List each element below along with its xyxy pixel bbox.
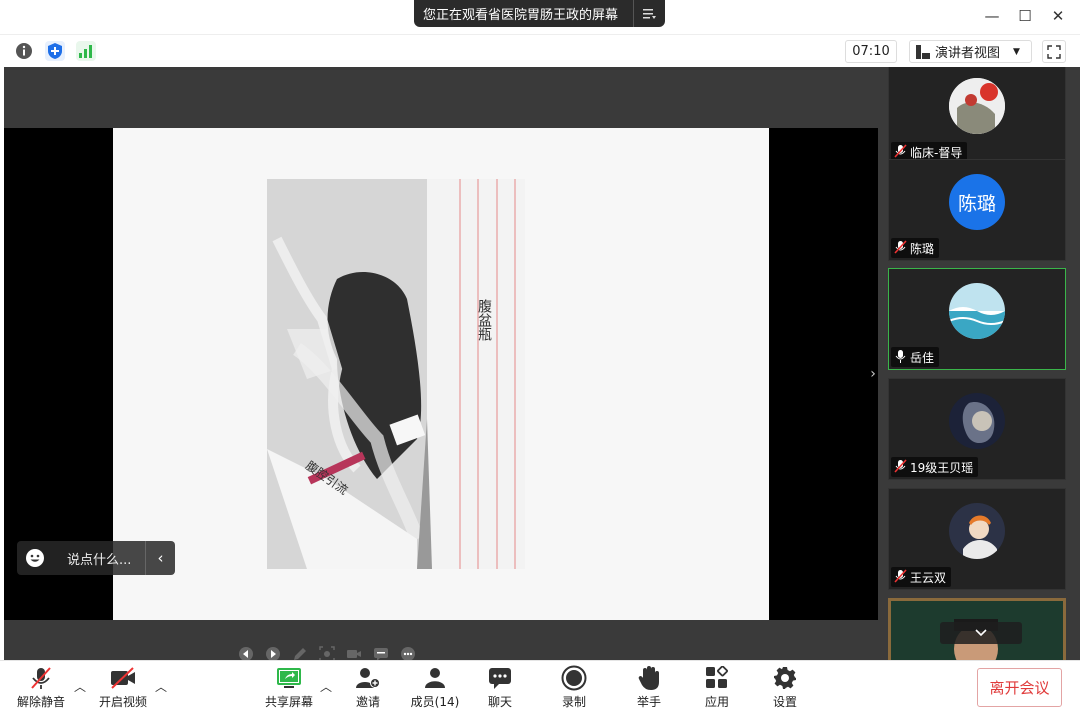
view-mode-dropdown[interactable]: 演讲者视图 ▼	[909, 40, 1032, 63]
fullscreen-icon	[1047, 44, 1061, 59]
avatar	[949, 283, 1005, 339]
settings-button[interactable]: 设置	[769, 665, 801, 711]
mic-muted-icon	[894, 458, 907, 476]
participant-tile[interactable]: 王云双	[888, 488, 1066, 590]
participant-name-tag: 19级王贝瑶	[891, 457, 979, 477]
mic-icon	[894, 349, 907, 366]
shared-screen-area: 腹盆瓶 腹腔引流 说点什么... ‹ ›	[4, 67, 878, 662]
mic-muted-icon	[894, 143, 907, 161]
participant-tile[interactable]: 19级王贝瑶	[888, 378, 1066, 480]
participant-tile-active[interactable]: 岳佳	[888, 268, 1066, 370]
apps-icon	[701, 665, 733, 691]
unmute-button[interactable]: 解除静音	[14, 665, 68, 711]
chat-input[interactable]: 说点什么...	[53, 549, 145, 568]
chevron-left-icon: ‹	[157, 549, 164, 567]
presentation-slide: 腹盆瓶 腹腔引流	[113, 128, 769, 662]
record-button[interactable]: 录制	[558, 665, 590, 711]
title-bar: 您正在观看省医院胃肠王政的屏幕 — ☐ ✕	[0, 0, 1080, 34]
sharing-banner: 您正在观看省医院胃肠王政的屏幕	[414, 0, 665, 27]
collapse-chat-button[interactable]: ‹	[145, 541, 175, 575]
sharing-banner-text: 您正在观看省医院胃肠王政的屏幕	[423, 8, 619, 23]
chevron-right-icon: ›	[870, 366, 876, 382]
camera-off-icon	[107, 665, 139, 691]
avatar	[949, 503, 1005, 559]
banner-menu-button[interactable]	[633, 0, 665, 27]
leave-meeting-button[interactable]: 离开会议	[977, 668, 1062, 707]
participant-tile[interactable]: 陈璐 陈璐	[888, 159, 1066, 261]
maximize-button[interactable]: ☐	[1014, 5, 1036, 27]
raise-hand-button[interactable]: 举手	[633, 665, 665, 711]
members-icon	[419, 665, 451, 691]
mic-muted-icon	[894, 568, 907, 586]
mic-muted-icon	[25, 665, 57, 691]
avatar: 陈璐	[949, 174, 1005, 230]
meeting-info-bar: 07:10 演讲者视图 ▼	[0, 34, 1080, 67]
menu-icon	[643, 8, 656, 19]
apps-button[interactable]: 应用	[701, 665, 733, 711]
avatar	[949, 78, 1005, 134]
invite-button[interactable]: 邀请	[350, 665, 386, 711]
start-video-button[interactable]: 开启视频	[96, 665, 150, 711]
close-button[interactable]: ✕	[1047, 5, 1069, 27]
gear-icon	[769, 665, 801, 691]
view-mode-label: 演讲者视图	[935, 46, 1001, 61]
add-user-icon	[352, 665, 384, 691]
chevron-down-icon: ▼	[1013, 46, 1020, 57]
minimize-button[interactable]: —	[981, 5, 1003, 27]
emoji-icon[interactable]	[17, 548, 53, 568]
chat-button[interactable]: 聊天	[484, 665, 516, 711]
participant-name-tag: 岳佳	[891, 347, 940, 367]
signal-icon[interactable]	[76, 41, 96, 61]
handwritten-note: 腹盆瓶	[476, 299, 492, 341]
chat-icon	[484, 665, 516, 691]
meeting-toolbar: 解除静音 ︿ 开启视频 ︿ 共享屏幕 ︿ 邀请 成员(14) 聊天 录制 举手 …	[0, 660, 1080, 712]
share-screen-icon	[273, 665, 305, 691]
drainage-bag-photo	[267, 179, 525, 569]
participant-tile[interactable]: 临床-督导	[888, 67, 1066, 165]
speaker-view-icon	[916, 44, 930, 59]
gallery-scroll-down-button[interactable]	[940, 622, 1022, 644]
share-screen-button[interactable]: 共享屏幕	[262, 665, 316, 711]
raise-hand-icon	[633, 665, 665, 691]
share-options-caret[interactable]: ︿	[320, 678, 332, 695]
audio-options-caret[interactable]: ︿	[74, 678, 86, 695]
meeting-timer: 07:10	[845, 40, 897, 63]
record-icon	[558, 665, 590, 691]
participant-name-tag: 陈璐	[891, 238, 940, 258]
video-options-caret[interactable]: ︿	[155, 678, 167, 695]
avatar	[949, 393, 1005, 449]
members-button[interactable]: 成员(14)	[409, 665, 461, 711]
chevron-down-icon	[975, 629, 987, 637]
fullscreen-button[interactable]	[1042, 40, 1066, 63]
info-icon[interactable]	[14, 41, 34, 61]
quick-chat-bar[interactable]: 说点什么... ‹	[17, 541, 175, 575]
mic-muted-icon	[894, 239, 907, 257]
shield-icon[interactable]	[45, 41, 65, 61]
participant-gallery: 临床-督导 陈璐 陈璐 岳佳 19级王贝瑶 王云双	[878, 67, 1080, 660]
participant-name-tag: 王云双	[891, 567, 952, 587]
slide-photo: 腹盆瓶 腹腔引流	[267, 179, 525, 569]
